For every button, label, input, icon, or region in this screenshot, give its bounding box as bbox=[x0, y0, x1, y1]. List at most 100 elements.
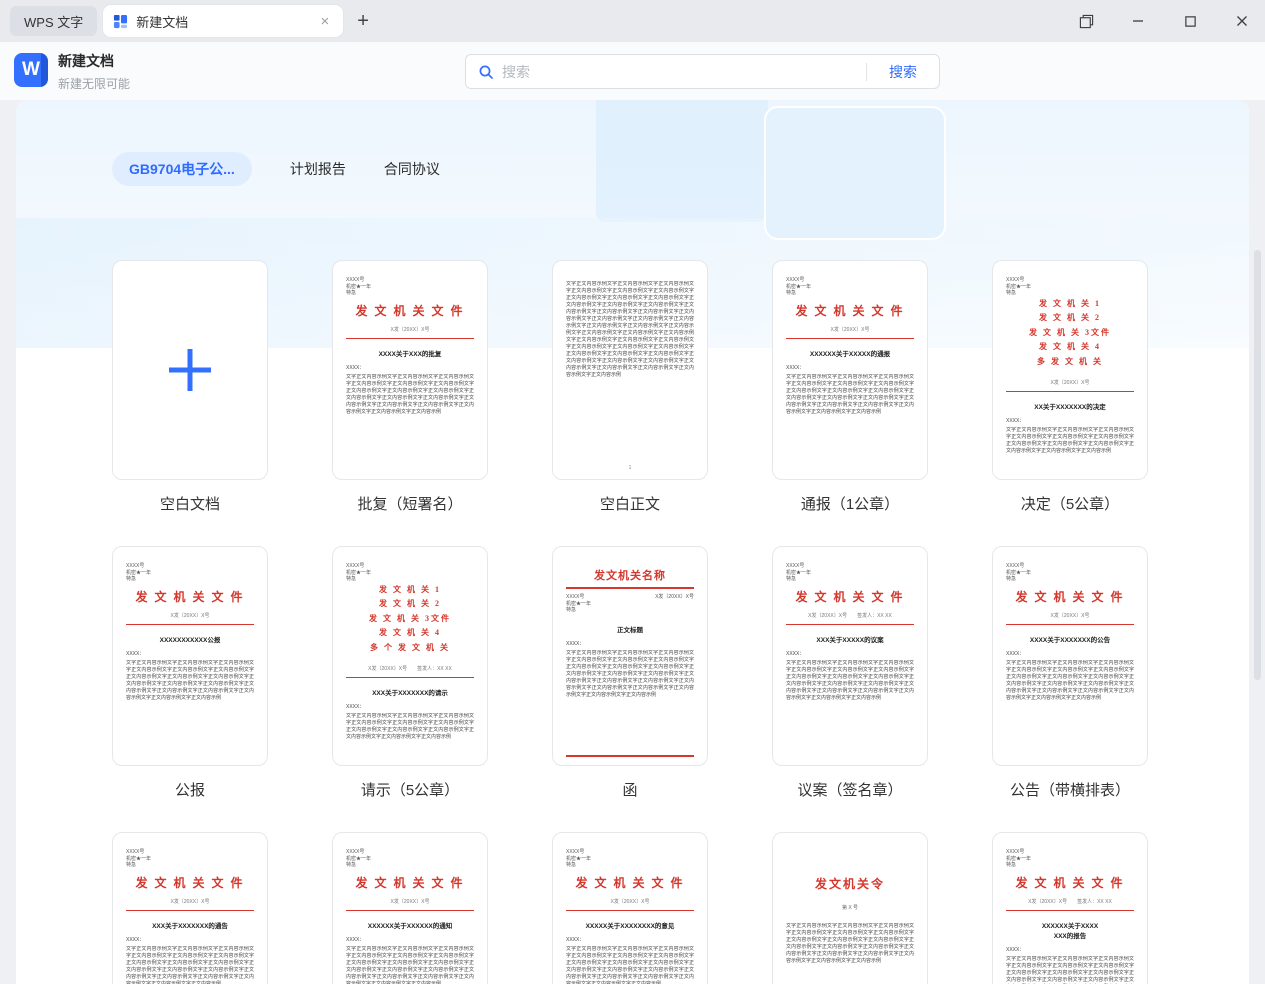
search-button[interactable]: 搜索 bbox=[867, 62, 939, 82]
template-card[interactable]: XXXX号 机密★一年 特急发 文 机 关 文 件 X发〔20XX〕X号 签发人：XX … bbox=[992, 832, 1148, 984]
doc-ref-line: X发〔20XX〕X号 bbox=[126, 612, 254, 619]
new-doc-grid-icon bbox=[114, 14, 128, 28]
template-card[interactable]: 发文机关令第 X 号文字正文内容示例文字正文内容示例文字正文内容示例文字正文内容… bbox=[772, 832, 928, 984]
doc-red-rule bbox=[1006, 623, 1134, 625]
vertical-scrollbar[interactable] bbox=[1254, 250, 1261, 680]
template-label: 批复（短署名） bbox=[357, 496, 463, 513]
minimize-button[interactable] bbox=[1125, 8, 1151, 34]
template-grid: 空白文档 XXXX号 机密★一年 特急发 文 机 关 文 件 X发〔20XX〕X号 XXX… bbox=[112, 260, 1148, 984]
doc-red-title: 发 文 机 关 文 件 bbox=[795, 589, 905, 604]
doc-body-text: 文字正文内容示例文字正文内容示例文字正文内容示例文字正文内容示例文字正文内容示例… bbox=[566, 945, 694, 984]
template-card[interactable]: 发文机关名称 XXXX号 机密★一年 特急 X发〔20XX〕X号 正文标题 XXXX： 文字正… bbox=[552, 546, 708, 766]
template-cell: XXXX号 机密★一年 特急发 文 机 关 文 件 X发〔20XX〕X号 XXXXXX关… bbox=[332, 832, 488, 984]
template-card[interactable]: XXXX号 机密★一年 特急发 文 机 关 1 发 文 机 关 2 发 文 机 关 3文… bbox=[992, 260, 1148, 480]
doc-heading: XX关于XXXXXXX的决定 bbox=[1034, 404, 1106, 411]
doc-org-line: 发 文 机 关 4 bbox=[1039, 342, 1101, 351]
search-input[interactable] bbox=[502, 63, 866, 80]
doc-ref-number: X发〔20XX〕X号 bbox=[390, 898, 430, 905]
template-cell: XXXX号 机密★一年 特急发 文 机 关 1 发 文 机 关 2 发 文 机 关 3文… bbox=[992, 260, 1148, 546]
template-label: 通报（1公章） bbox=[800, 496, 900, 513]
page-header: W 新建文档 新建无限可能 搜索 bbox=[0, 42, 1265, 100]
close-icon bbox=[1237, 16, 1247, 26]
tab-contract[interactable]: 合同协议 bbox=[384, 159, 440, 179]
doc-meta-line: 特急 bbox=[126, 576, 137, 582]
close-tab-icon[interactable]: × bbox=[316, 12, 333, 31]
doc-meta-line: 特急 bbox=[1006, 862, 1017, 868]
doc-meta-lines: XXXX号 机密★一年 特急 bbox=[346, 849, 474, 869]
doc-preview: 文字正文内容示例文字正文内容示例文字正文内容示例文字正文内容示例文字正文内容示例… bbox=[553, 261, 707, 479]
template-card[interactable]: 文字正文内容示例文字正文内容示例文字正文内容示例文字正文内容示例文字正文内容示例… bbox=[552, 260, 708, 480]
doc-heading: XXX关于XXXXXXX的请示 bbox=[372, 690, 448, 697]
decorative-block bbox=[596, 100, 768, 222]
template-cell: 文字正文内容示例文字正文内容示例文字正文内容示例文字正文内容示例文字正文内容示例… bbox=[552, 260, 708, 546]
doc-ref-number: X发〔20XX〕X号 bbox=[808, 612, 848, 619]
doc-red-title: 发 文 机 关 文 件 bbox=[795, 303, 905, 318]
template-card[interactable]: XXXX号 机密★一年 特急发 文 机 关 文 件 X发〔20XX〕X号 XXXXXX关… bbox=[332, 832, 488, 984]
doc-meta-lines: XXXX号 机密★一年 特急 bbox=[786, 277, 914, 297]
doc-ref-number: X发〔20XX〕X号 bbox=[610, 898, 650, 905]
doc-meta-line: 特急 bbox=[566, 862, 577, 868]
template-card[interactable]: XXXX号 机密★一年 特急发 文 机 关 文 件 X发〔20XX〕X号 XXXX关于X… bbox=[332, 260, 488, 480]
template-card[interactable]: XXXX号 机密★一年 特急发 文 机 关 文 件 X发〔20XX〕X号 签发人：XX … bbox=[772, 546, 928, 766]
template-cell: 发文机关令第 X 号文字正文内容示例文字正文内容示例文字正文内容示例文字正文内容… bbox=[772, 832, 928, 984]
doc-red-rule bbox=[786, 337, 914, 339]
doc-heading: XXXXXXXXXXX公报 bbox=[159, 636, 221, 644]
doc-salutation: XXXX： bbox=[126, 936, 145, 943]
doc-body-text: 文字正文内容示例文字正文内容示例文字正文内容示例文字正文内容示例文字正文内容示例… bbox=[786, 373, 914, 415]
doc-meta-line: 特急 bbox=[566, 607, 577, 613]
doc-meta-left: XXXX号 机密★一年 特急 bbox=[566, 594, 591, 614]
doc-ref-line: X发〔20XX〕X号 bbox=[1006, 379, 1134, 386]
template-card[interactable]: XXXX号 机密★一年 特急发 文 机 关 文 件 X发〔20XX〕X号 XXXXX关于… bbox=[552, 832, 708, 984]
template-card[interactable]: XXXX号 机密★一年 特急发 文 机 关 文 件 X发〔20XX〕X号 XXXXXXX… bbox=[112, 546, 268, 766]
category-tabs: GB9704电子公... 计划报告 合同协议 bbox=[112, 152, 440, 186]
doc-salutation: XXXX： bbox=[566, 640, 585, 647]
tab-gb9704-label: GB9704电子公... bbox=[129, 161, 235, 177]
doc-red-rule bbox=[346, 677, 474, 678]
doc-body-text: 文字正文内容示例文字正文内容示例文字正文内容示例文字正文内容示例文字正文内容示例… bbox=[346, 373, 474, 415]
doc-org-line: 发 文 机 关 3文件 bbox=[369, 613, 451, 623]
template-card[interactable]: XXXX号 机密★一年 特急发 文 机 关 文 件 X发〔20XX〕X号 XXXX关于X… bbox=[992, 546, 1148, 766]
template-card[interactable] bbox=[112, 260, 268, 480]
close-window-button[interactable] bbox=[1229, 8, 1255, 34]
new-tab-button[interactable]: + bbox=[357, 10, 369, 33]
doc-meta-lines: XXXX号 机密★一年 特急 bbox=[1006, 849, 1134, 869]
template-label: 公告（带横排表） bbox=[1009, 782, 1130, 799]
app-menu-button[interactable]: WPS 文字 bbox=[10, 6, 98, 36]
doc-red-title: 发 文 机 关 文 件 bbox=[355, 875, 465, 890]
doc-preview: XXXX号 机密★一年 特急发 文 机 关 文 件 X发〔20XX〕X号 XXXXXXX… bbox=[113, 547, 267, 765]
template-card[interactable]: XXXX号 机密★一年 特急发 文 机 关 文 件 X发〔20XX〕X号 XXX关于XX… bbox=[112, 832, 268, 984]
tab-plan-report[interactable]: 计划报告 bbox=[290, 159, 346, 179]
doc-org-line: 发 文 机 关 4 bbox=[379, 628, 441, 637]
doc-ref-number: X发〔20XX〕X号 bbox=[1028, 898, 1068, 905]
doc-heading: XXXXXX关于XXXXXX的通知 bbox=[367, 922, 453, 930]
doc-heading: XXXXX关于XXXXXXXX的意见 bbox=[585, 922, 675, 930]
doc-body-text: 文字正文内容示例文字正文内容示例文字正文内容示例文字正文内容示例文字正文内容示例… bbox=[126, 945, 254, 984]
doc-meta-lines: XXXX号 机密★一年 特急 bbox=[786, 563, 914, 583]
template-card[interactable]: XXXX号 机密★一年 特急发 文 机 关 文 件 X发〔20XX〕X号 XXXXXX关… bbox=[772, 260, 928, 480]
doc-meta-lines: XXXX号 机密★一年 特急 bbox=[126, 849, 254, 869]
tab-gb9704[interactable]: GB9704电子公... bbox=[112, 152, 252, 186]
doc-heading: XXX关于XXXXX的议案 bbox=[816, 636, 884, 644]
template-label: 决定（5公章） bbox=[1020, 496, 1120, 513]
doc-preview: XXXX号 机密★一年 特急发 文 机 关 文 件 X发〔20XX〕X号 签发人：XX … bbox=[993, 833, 1147, 984]
template-cell: XXXX号 机密★一年 特急发 文 机 关 文 件 X发〔20XX〕X号 XXXXXXX… bbox=[112, 546, 268, 832]
doc-salutation: XXXX： bbox=[566, 936, 585, 943]
doc-signer: 签发人：XX XX bbox=[1077, 898, 1112, 905]
window-manage-button[interactable] bbox=[1073, 8, 1099, 34]
doc-ref-line: X发〔20XX〕X号 签发人：XX XX bbox=[346, 665, 474, 672]
doc-salutation: XXXX： bbox=[786, 364, 805, 371]
doc-red-rule bbox=[346, 337, 474, 339]
doc-letterhead-meta: XXXX号 机密★一年 特急 X发〔20XX〕X号 bbox=[566, 594, 694, 614]
doc-page-number: 1 bbox=[628, 465, 632, 471]
doc-decree-number: 第 X 号 bbox=[841, 905, 859, 911]
maximize-button[interactable] bbox=[1177, 8, 1203, 34]
plus-icon bbox=[169, 349, 211, 391]
template-card[interactable]: XXXX号 机密★一年 特急发 文 机 关 1 发 文 机 关 2 发 文 机 关 3文… bbox=[332, 546, 488, 766]
doc-heading: XXXXXX关于XXXXX的通报 bbox=[809, 350, 891, 358]
document-tab[interactable]: 新建文档 × bbox=[103, 5, 344, 37]
doc-salutation: XXXX： bbox=[1006, 650, 1025, 657]
doc-red-rule bbox=[1006, 391, 1134, 392]
doc-meta-lines: XXXX号 机密★一年 特急 bbox=[1006, 563, 1134, 583]
doc-meta-line: 特急 bbox=[786, 576, 797, 582]
doc-heading: XXXX关于XXX的批复 bbox=[378, 350, 442, 358]
